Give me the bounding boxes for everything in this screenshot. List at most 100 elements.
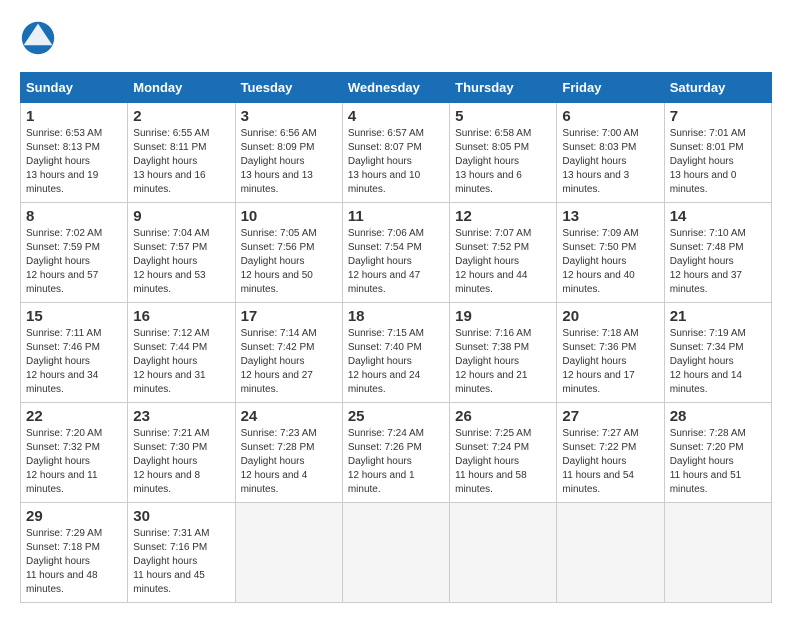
day-number: 9 (133, 208, 229, 225)
day-number: 19 (455, 308, 551, 325)
weekday-header: Friday (557, 73, 664, 103)
day-number: 30 (133, 508, 229, 525)
day-number: 3 (241, 108, 337, 125)
day-number: 27 (562, 408, 658, 425)
calendar-cell (342, 503, 449, 603)
calendar-cell: 3 Sunrise: 6:56 AM Sunset: 8:09 PM Dayli… (235, 103, 342, 203)
weekday-header: Wednesday (342, 73, 449, 103)
day-number: 23 (133, 408, 229, 425)
day-number: 22 (26, 408, 122, 425)
calendar-cell: 11 Sunrise: 7:06 AM Sunset: 7:54 PM Dayl… (342, 203, 449, 303)
calendar-cell: 14 Sunrise: 7:10 AM Sunset: 7:48 PM Dayl… (664, 203, 771, 303)
day-number: 14 (670, 208, 766, 225)
calendar-cell: 22 Sunrise: 7:20 AM Sunset: 7:32 PM Dayl… (21, 403, 128, 503)
calendar-cell: 21 Sunrise: 7:19 AM Sunset: 7:34 PM Dayl… (664, 303, 771, 403)
calendar-cell (235, 503, 342, 603)
day-info: Sunrise: 7:09 AM Sunset: 7:50 PM Dayligh… (562, 227, 658, 297)
calendar-cell: 5 Sunrise: 6:58 AM Sunset: 8:05 PM Dayli… (450, 103, 557, 203)
calendar-week-row: 22 Sunrise: 7:20 AM Sunset: 7:32 PM Dayl… (21, 403, 772, 503)
calendar-cell: 25 Sunrise: 7:24 AM Sunset: 7:26 PM Dayl… (342, 403, 449, 503)
day-number: 7 (670, 108, 766, 125)
calendar-week-row: 1 Sunrise: 6:53 AM Sunset: 8:13 PM Dayli… (21, 103, 772, 203)
calendar-cell: 26 Sunrise: 7:25 AM Sunset: 7:24 PM Dayl… (450, 403, 557, 503)
page-header (20, 20, 772, 56)
day-info: Sunrise: 7:27 AM Sunset: 7:22 PM Dayligh… (562, 427, 658, 497)
weekday-header: Thursday (450, 73, 557, 103)
day-info: Sunrise: 7:01 AM Sunset: 8:01 PM Dayligh… (670, 127, 766, 197)
calendar-week-row: 29 Sunrise: 7:29 AM Sunset: 7:18 PM Dayl… (21, 503, 772, 603)
day-number: 28 (670, 408, 766, 425)
day-info: Sunrise: 7:24 AM Sunset: 7:26 PM Dayligh… (348, 427, 444, 497)
calendar-cell (664, 503, 771, 603)
calendar-cell: 17 Sunrise: 7:14 AM Sunset: 7:42 PM Dayl… (235, 303, 342, 403)
calendar-cell: 16 Sunrise: 7:12 AM Sunset: 7:44 PM Dayl… (128, 303, 235, 403)
logo (20, 20, 62, 56)
calendar-table: SundayMondayTuesdayWednesdayThursdayFrid… (20, 72, 772, 603)
day-info: Sunrise: 7:04 AM Sunset: 7:57 PM Dayligh… (133, 227, 229, 297)
day-number: 26 (455, 408, 551, 425)
day-number: 13 (562, 208, 658, 225)
day-info: Sunrise: 6:53 AM Sunset: 8:13 PM Dayligh… (26, 127, 122, 197)
day-info: Sunrise: 7:07 AM Sunset: 7:52 PM Dayligh… (455, 227, 551, 297)
day-number: 25 (348, 408, 444, 425)
day-number: 8 (26, 208, 122, 225)
day-number: 6 (562, 108, 658, 125)
day-info: Sunrise: 7:31 AM Sunset: 7:16 PM Dayligh… (133, 527, 229, 597)
calendar-cell: 24 Sunrise: 7:23 AM Sunset: 7:28 PM Dayl… (235, 403, 342, 503)
day-number: 16 (133, 308, 229, 325)
calendar-cell: 18 Sunrise: 7:15 AM Sunset: 7:40 PM Dayl… (342, 303, 449, 403)
calendar-cell: 4 Sunrise: 6:57 AM Sunset: 8:07 PM Dayli… (342, 103, 449, 203)
day-info: Sunrise: 7:29 AM Sunset: 7:18 PM Dayligh… (26, 527, 122, 597)
calendar-cell: 1 Sunrise: 6:53 AM Sunset: 8:13 PM Dayli… (21, 103, 128, 203)
day-number: 4 (348, 108, 444, 125)
calendar-cell: 28 Sunrise: 7:28 AM Sunset: 7:20 PM Dayl… (664, 403, 771, 503)
day-info: Sunrise: 6:56 AM Sunset: 8:09 PM Dayligh… (241, 127, 337, 197)
day-number: 5 (455, 108, 551, 125)
weekday-header: Saturday (664, 73, 771, 103)
calendar-week-row: 15 Sunrise: 7:11 AM Sunset: 7:46 PM Dayl… (21, 303, 772, 403)
day-info: Sunrise: 7:11 AM Sunset: 7:46 PM Dayligh… (26, 327, 122, 397)
day-info: Sunrise: 7:18 AM Sunset: 7:36 PM Dayligh… (562, 327, 658, 397)
day-number: 1 (26, 108, 122, 125)
day-number: 12 (455, 208, 551, 225)
day-info: Sunrise: 7:15 AM Sunset: 7:40 PM Dayligh… (348, 327, 444, 397)
day-number: 11 (348, 208, 444, 225)
day-info: Sunrise: 7:12 AM Sunset: 7:44 PM Dayligh… (133, 327, 229, 397)
calendar-cell: 2 Sunrise: 6:55 AM Sunset: 8:11 PM Dayli… (128, 103, 235, 203)
day-info: Sunrise: 7:00 AM Sunset: 8:03 PM Dayligh… (562, 127, 658, 197)
day-info: Sunrise: 6:57 AM Sunset: 8:07 PM Dayligh… (348, 127, 444, 197)
calendar-week-row: 8 Sunrise: 7:02 AM Sunset: 7:59 PM Dayli… (21, 203, 772, 303)
day-number: 10 (241, 208, 337, 225)
day-number: 29 (26, 508, 122, 525)
calendar-cell: 19 Sunrise: 7:16 AM Sunset: 7:38 PM Dayl… (450, 303, 557, 403)
day-info: Sunrise: 7:16 AM Sunset: 7:38 PM Dayligh… (455, 327, 551, 397)
day-number: 21 (670, 308, 766, 325)
day-info: Sunrise: 6:58 AM Sunset: 8:05 PM Dayligh… (455, 127, 551, 197)
day-info: Sunrise: 6:55 AM Sunset: 8:11 PM Dayligh… (133, 127, 229, 197)
day-info: Sunrise: 7:10 AM Sunset: 7:48 PM Dayligh… (670, 227, 766, 297)
calendar-cell: 23 Sunrise: 7:21 AM Sunset: 7:30 PM Dayl… (128, 403, 235, 503)
logo-icon (20, 20, 56, 56)
day-number: 2 (133, 108, 229, 125)
calendar-cell: 12 Sunrise: 7:07 AM Sunset: 7:52 PM Dayl… (450, 203, 557, 303)
calendar-cell (450, 503, 557, 603)
calendar-cell: 27 Sunrise: 7:27 AM Sunset: 7:22 PM Dayl… (557, 403, 664, 503)
calendar-cell: 8 Sunrise: 7:02 AM Sunset: 7:59 PM Dayli… (21, 203, 128, 303)
day-info: Sunrise: 7:14 AM Sunset: 7:42 PM Dayligh… (241, 327, 337, 397)
calendar-cell (557, 503, 664, 603)
day-number: 18 (348, 308, 444, 325)
day-info: Sunrise: 7:02 AM Sunset: 7:59 PM Dayligh… (26, 227, 122, 297)
calendar-cell: 6 Sunrise: 7:00 AM Sunset: 8:03 PM Dayli… (557, 103, 664, 203)
day-info: Sunrise: 7:23 AM Sunset: 7:28 PM Dayligh… (241, 427, 337, 497)
weekday-header: Sunday (21, 73, 128, 103)
calendar-cell: 20 Sunrise: 7:18 AM Sunset: 7:36 PM Dayl… (557, 303, 664, 403)
weekday-header-row: SundayMondayTuesdayWednesdayThursdayFrid… (21, 73, 772, 103)
day-info: Sunrise: 7:25 AM Sunset: 7:24 PM Dayligh… (455, 427, 551, 497)
calendar-cell: 7 Sunrise: 7:01 AM Sunset: 8:01 PM Dayli… (664, 103, 771, 203)
day-info: Sunrise: 7:28 AM Sunset: 7:20 PM Dayligh… (670, 427, 766, 497)
day-info: Sunrise: 7:05 AM Sunset: 7:56 PM Dayligh… (241, 227, 337, 297)
day-number: 20 (562, 308, 658, 325)
day-info: Sunrise: 7:21 AM Sunset: 7:30 PM Dayligh… (133, 427, 229, 497)
calendar-cell: 29 Sunrise: 7:29 AM Sunset: 7:18 PM Dayl… (21, 503, 128, 603)
calendar-cell: 13 Sunrise: 7:09 AM Sunset: 7:50 PM Dayl… (557, 203, 664, 303)
